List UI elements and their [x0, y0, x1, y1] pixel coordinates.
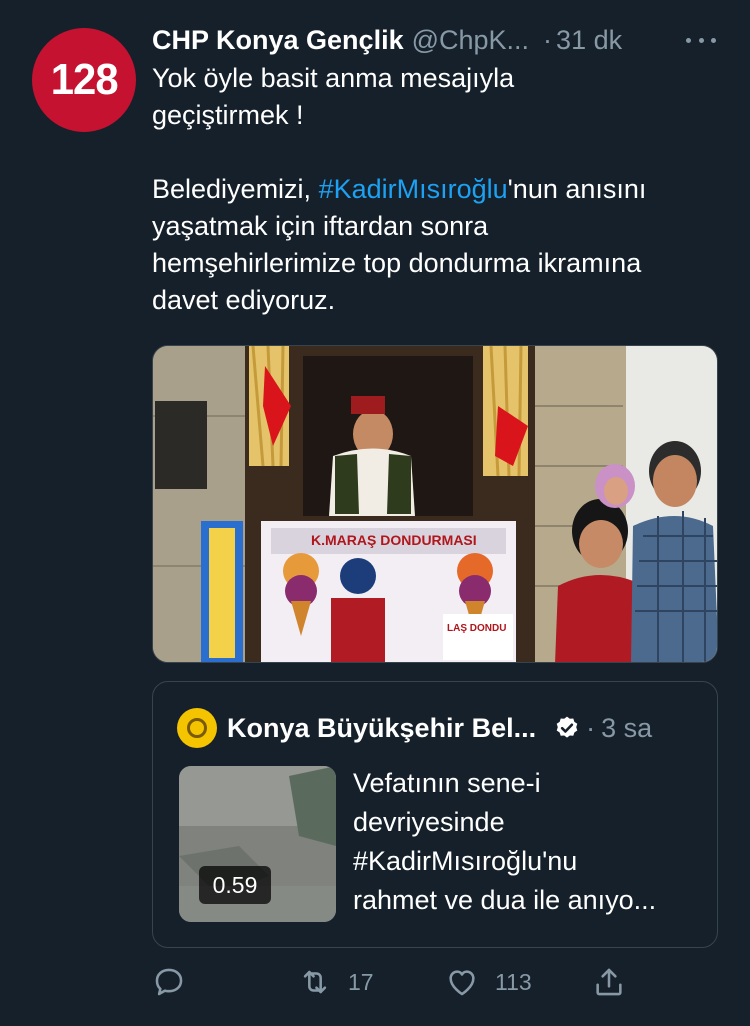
retweet-count: 17: [348, 968, 374, 995]
quoted-author-avatar[interactable]: [177, 708, 217, 748]
text-fragment: 'nun anısını: [507, 174, 647, 204]
quoted-text: Vefatının sene-i devriyesinde #KadirMısı…: [353, 764, 703, 920]
tweet-line: Yok öyle basit anma mesajıyla: [152, 63, 515, 93]
retweet-icon: [303, 970, 327, 994]
tweet-text: Yok öyle basit anma mesajıyla geçiştirme…: [152, 60, 732, 319]
avatar-label: 128: [50, 55, 119, 104]
like-icon: [449, 970, 475, 996]
quoted-author-name[interactable]: Konya Büyükşehir Bel...: [227, 713, 536, 744]
quoted-tweet[interactable]: Konya Büyükşehir Bel... · 3 sa 0.59 Vefa…: [152, 681, 718, 948]
stand-sign-small: LAŞ DONDU: [447, 623, 506, 634]
tweet-photo[interactable]: K.MARAŞ DONDURMASI LAŞ DONDU: [152, 345, 718, 663]
text-fragment: Belediyemizi,: [152, 174, 319, 204]
tweet-line: geçiştirmek !: [152, 100, 304, 130]
share-button[interactable]: [592, 960, 626, 1004]
reply-button[interactable]: [152, 960, 186, 1004]
tweet-header: CHP Konya Gençlik @ChpK... · 31 dk: [152, 22, 722, 58]
stand-sign: K.MARAŞ DONDURMASI: [311, 532, 477, 548]
quoted-line: devriyesinde: [353, 807, 505, 837]
hashtag-link[interactable]: #KadirMısıroğlu: [319, 174, 508, 204]
tweet-line: yaşatmak için iftardan sonra: [152, 211, 489, 241]
like-button[interactable]: 113: [445, 960, 532, 1004]
more-icon[interactable]: [686, 30, 716, 50]
tweet-timestamp[interactable]: 31 dk: [556, 25, 622, 56]
video-duration: 0.59: [199, 866, 271, 904]
tweet-line: Belediyemizi, #KadirMısıroğlu'nun anısın…: [152, 171, 732, 208]
verified-badge-icon: [556, 716, 578, 738]
author-name[interactable]: CHP Konya Gençlik: [152, 25, 404, 56]
quoted-line: Vefatının sene-i: [353, 768, 541, 798]
separator-dot: ·: [543, 24, 553, 55]
tweet-line: davet ediyoruz.: [152, 285, 336, 315]
quoted-line: #KadirMısıroğlu'nu: [353, 846, 578, 876]
quoted-line: rahmet ve dua ile anıyo...: [353, 885, 657, 915]
tweet-line: hemşehirlerimize top dondurma ikramına: [152, 248, 642, 278]
share-icon: [596, 968, 622, 996]
quoted-header: Konya Büyükşehir Bel... · 3 sa: [227, 708, 652, 748]
author-avatar[interactable]: 128: [32, 28, 136, 132]
quoted-video-thumbnail[interactable]: 0.59: [179, 766, 336, 922]
quoted-timestamp[interactable]: 3 sa: [601, 713, 652, 744]
tweet-actions: 17 113: [152, 960, 632, 1004]
retweet-button[interactable]: 17: [298, 960, 374, 1004]
separator-dot: ·: [586, 712, 596, 743]
author-handle[interactable]: @ChpK...: [412, 25, 529, 56]
reply-icon: [155, 968, 183, 996]
like-count: 113: [495, 968, 532, 995]
